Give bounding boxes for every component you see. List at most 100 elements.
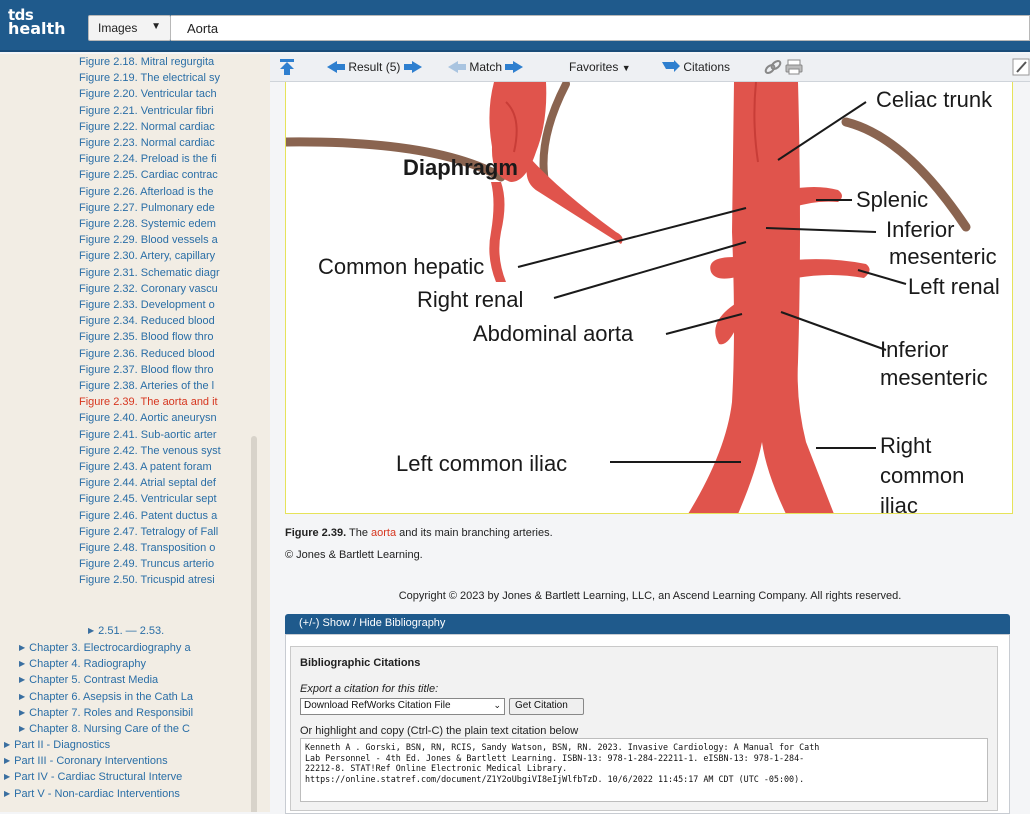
sidebar-figure-item[interactable]: Figure 2.38. Arteries of the l [79, 380, 247, 392]
export-citation-label: Export a citation for this title: [300, 683, 439, 695]
caret-down-icon: ▼ [151, 21, 161, 32]
label-celiac-trunk: Celiac trunk [876, 87, 993, 112]
sidebar-part-item[interactable]: ▶ Part III - Coronary Interventions [4, 755, 250, 767]
link-button[interactable] [764, 59, 782, 78]
sidebar-chapter-item[interactable]: ▶ Chapter 3. Electrocardiography a [19, 642, 249, 654]
main-content: Result (5) Match Favorites ▼ Citations D… [270, 54, 1030, 814]
favorites-menu[interactable]: Favorites ▼ [569, 60, 631, 74]
sidebar-figure-item[interactable]: Figure 2.40. Aortic aneurysn [79, 412, 247, 424]
hepatic-tail [489, 182, 506, 282]
sidebar-figure-item[interactable]: Figure 2.18. Mitral regurgita [79, 56, 247, 68]
sidebar-figure-item[interactable]: Figure 2.25. Cardiac contrac [79, 169, 247, 181]
diaphragm-arc-left-upper [539, 82, 570, 191]
sidebar-figure-item[interactable]: Figure 2.21. Ventricular fibri [79, 105, 247, 117]
sidebar-part-item[interactable]: ▶ Part V - Non-cardiac Interventions [4, 788, 250, 800]
chapter-label: Chapter 4. Radiography [29, 658, 146, 671]
edit-pencil-button[interactable] [1012, 58, 1030, 79]
expand-triangle-icon: ▶ [19, 643, 26, 652]
sidebar-figure-item[interactable]: Figure 2.35. Blood flow thro [79, 331, 247, 343]
sidebar-figure-item[interactable]: Figure 2.23. Normal cardiac [79, 137, 247, 149]
export-format-select[interactable]: Download RefWorks Citation File ⌄ [300, 698, 505, 715]
label-splenic: Splenic [856, 187, 929, 212]
sidebar-figure-item[interactable]: Figure 2.19. The electrical sy [79, 72, 247, 84]
leader-left-renal [857, 269, 907, 285]
get-citation-button[interactable]: Get Citation [509, 698, 584, 715]
sidebar-figure-item[interactable]: Figure 2.34. Reduced blood [79, 315, 247, 327]
sidebar-figure-item[interactable]: Figure 2.47. Tetralogy of Fall [79, 526, 247, 538]
match-nav[interactable]: Match [448, 60, 524, 74]
sidebar-figure-item[interactable]: Figure 2.43. A patent foram [79, 461, 247, 473]
arrow-left-disabled-icon [448, 61, 458, 73]
arrow-right-icon[interactable] [411, 61, 422, 73]
sidebar-figure-item[interactable]: Figure 2.41. Sub-aortic arter [79, 429, 247, 441]
sidebar-figure-item[interactable]: Figure 2.46. Patent ductus a [79, 510, 247, 522]
right-renal-branch [710, 257, 736, 279]
sidebar-figure-item[interactable]: Figure 2.49. Truncus arterio [79, 558, 247, 570]
scroll-top-button[interactable] [278, 58, 296, 79]
label-mesenteric-1: mesenteric [889, 244, 997, 269]
bibliography-title: Bibliographic Citations [300, 657, 421, 669]
sidebar-part-item[interactable]: ▶ Part II - Diagnostics [4, 739, 250, 751]
expand-triangle-icon: ▶ [4, 772, 11, 782]
sidebar-figure-item-active[interactable]: Figure 2.39. The aorta and it [79, 396, 247, 408]
sidebar-figure-item[interactable]: Figure 2.32. Coronary vascu [79, 283, 247, 295]
sidebar-figure-item[interactable]: Figure 2.44. Atrial septal def [79, 477, 247, 489]
bibliography-toggle[interactable]: (+/-) Show / Hide Bibliography [285, 614, 1010, 634]
sidebar-chapter-item[interactable]: ▶ Chapter 5. Contrast Media [19, 674, 249, 686]
sidebar-figure-item[interactable]: Figure 2.20. Ventricular tach [79, 88, 247, 100]
chapter-label: Chapter 5. Contrast Media [29, 674, 159, 687]
sidebar-figure-item[interactable]: Figure 2.26. Afterload is the [79, 186, 247, 198]
label-left-renal: Left renal [908, 274, 1000, 299]
plain-citation-label: Or highlight and copy (Ctrl-C) the plain… [300, 725, 579, 737]
chapter-label: Chapter 7. Roles and Responsibil [29, 706, 194, 719]
sidebar-chapter-item[interactable]: ▶ Chapter 6. Asepsis in the Cath La [19, 691, 249, 703]
sidebar-figure-item[interactable]: Figure 2.27. Pulmonary ede [79, 202, 247, 214]
sidebar-figure-item[interactable]: Figure 2.36. Reduced blood [79, 348, 247, 360]
part-label: Part V - Non-cardiac Interventions [14, 787, 180, 800]
sidebar-figure-item[interactable]: Figure 2.42. The venous syst [79, 445, 247, 457]
sidebar-figure-item[interactable]: Figure 2.48. Transposition o [79, 542, 247, 554]
sidebar-chapter-item[interactable]: ▶ Chapter 8. Nursing Care of the C [19, 723, 249, 735]
search-scope-select[interactable]: Images ▼ [88, 15, 171, 41]
favorites-label: Favorites [569, 60, 619, 74]
caption-pre: The [349, 527, 368, 539]
sidebar-scrollbar[interactable] [251, 436, 257, 812]
chapter-label: Chapter 3. Electrocardiography a [29, 642, 191, 654]
caption-number: Figure 2.39. [285, 527, 347, 539]
expand-triangle-icon: ▶ [19, 691, 26, 701]
leader-common-hepatic [517, 207, 747, 268]
sidebar-figure-item[interactable]: Figure 2.24. Preload is the fi [79, 153, 247, 165]
sidebar-figure-item[interactable]: Figure 2.37. Blood flow thro [79, 364, 247, 376]
print-button[interactable] [785, 59, 803, 78]
sidebar-figure-item[interactable]: Figure 2.33. Development o [79, 299, 247, 311]
sidebar-figure-item[interactable]: Figure 2.31. Schematic diagr [79, 267, 247, 279]
expand-triangle-icon: ▶ [88, 626, 95, 635]
expand-triangle-icon: ▶ [19, 724, 26, 733]
sidebar-chapter-item[interactable]: ▶ Chapter 7. Roles and Responsibil [19, 707, 249, 719]
arrow-right-icon[interactable] [513, 61, 524, 73]
sidebar-figure-item[interactable]: Figure 2.28. Systemic edem [79, 218, 247, 230]
arrow-left-icon[interactable] [327, 61, 337, 73]
citation-text[interactable]: Kenneth A . Gorski, BSN, RN, RCIS, Sandy… [300, 738, 988, 802]
citations-arrow-icon [662, 60, 680, 72]
sidebar-figure-item[interactable]: Figure 2.50. Tricuspid atresi [79, 574, 247, 586]
aorta-trunk [688, 82, 834, 513]
pencil-icon [1012, 58, 1030, 76]
sidebar-chapter-item[interactable]: ▶ Chapter 4. Radiography [19, 658, 249, 670]
search-input[interactable]: Aorta [171, 15, 1030, 41]
expand-triangle-icon: ▶ [19, 659, 26, 669]
chapter-label: Chapter 6. Asepsis in the Cath La [29, 690, 194, 703]
citations-button[interactable]: Citations [662, 60, 730, 74]
figure-range-2-51-2-53[interactable]: ▶ 2.51. — 2.53. [88, 625, 164, 637]
select-caret-icon: ⌄ [493, 700, 501, 710]
sidebar-figure-item[interactable]: Figure 2.30. Artery, capillary [79, 250, 247, 262]
sidebar-part-item[interactable]: ▶ Part IV - Cardiac Structural Interve [4, 771, 250, 783]
result-nav[interactable]: Result (5) [327, 60, 422, 74]
sidebar-figure-item[interactable]: Figure 2.45. Ventricular sept [79, 493, 247, 505]
label-diaphragm: Diaphragm [403, 155, 518, 180]
chapter-label: Chapter 8. Nursing Care of the C [29, 723, 190, 735]
arrow-left-tail [337, 64, 345, 70]
tds-health-logo[interactable]: tds health [8, 8, 66, 37]
sidebar-figure-item[interactable]: Figure 2.29. Blood vessels a [79, 234, 247, 246]
sidebar-figure-item[interactable]: Figure 2.22. Normal cardiac [79, 121, 247, 133]
